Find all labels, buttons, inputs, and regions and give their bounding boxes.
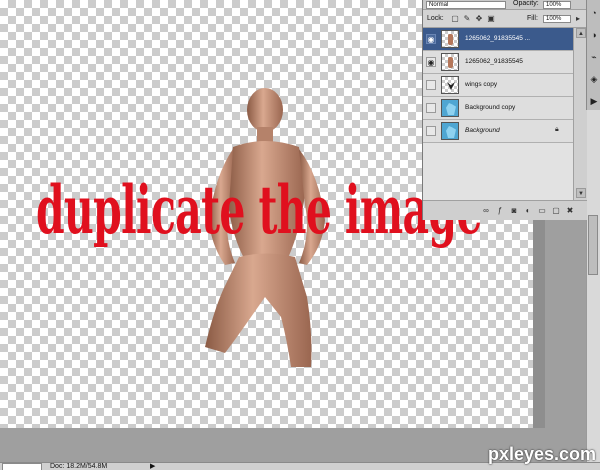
history-icon[interactable]: ◔: [589, 8, 599, 18]
layer-thumbnail: [441, 30, 459, 48]
blend-opacity-row: Normal Opacity: 100%: [423, 0, 587, 10]
layer-row[interactable]: ◉ wings copy: [423, 74, 573, 97]
visibility-eye-icon[interactable]: ◉: [426, 80, 436, 90]
layer-list: ◉ 1265062_91835545 ... ◉ 1265062_9183554…: [423, 28, 573, 200]
adjustment-icon[interactable]: ◐: [523, 206, 533, 216]
opacity-value: 100%: [546, 2, 562, 8]
layer-thumbnail: [441, 53, 459, 71]
layer-thumbnail: [441, 99, 459, 117]
lock-transparency-icon[interactable]: ▢: [451, 15, 459, 23]
watermark-text: pxleyes.com: [488, 444, 597, 464]
overlay-title-text: duplicate the image: [36, 171, 482, 249]
actions-icon[interactable]: ▶: [589, 96, 599, 106]
opacity-label: Opacity:: [513, 0, 539, 7]
layer-name: Background copy: [465, 104, 516, 111]
opacity-input[interactable]: 100%: [543, 1, 571, 9]
layers-toolbar: ∞ ƒ ◙ ◐ ▭ ▢ ✖: [423, 200, 587, 220]
layer-name: 1265062_91835545 ...: [465, 35, 531, 42]
visibility-eye-icon[interactable]: ◉: [426, 34, 436, 44]
scrollbar-thumb[interactable]: [588, 215, 598, 275]
layer-row[interactable]: ◉ Background 🔒︎: [423, 120, 573, 143]
trash-icon[interactable]: ✖: [565, 206, 575, 216]
lock-label: Lock:: [427, 15, 444, 22]
channels-icon[interactable]: ◈: [589, 74, 599, 84]
layer-name: 1265062_91835545: [465, 58, 523, 65]
visibility-eye-icon[interactable]: ◉: [426, 126, 436, 136]
panel-icon-strip: ◔ ◑ ⌁ ◈ ▶: [586, 0, 600, 110]
layer-row[interactable]: ◉ 1265062_91835545: [423, 51, 573, 74]
group-icon[interactable]: ▭: [537, 206, 547, 216]
lock-fill-row: Lock: ▢ ✎ ✥ ▣ Fill: 100% ▸: [423, 11, 587, 28]
layer-thumbnail: [441, 76, 459, 94]
lock-pixels-icon[interactable]: ✎: [463, 15, 471, 23]
layer-name: Background: [465, 127, 500, 134]
fill-arrow-icon[interactable]: ▸: [574, 15, 582, 23]
fx-icon[interactable]: ƒ: [495, 206, 505, 216]
layer-thumbnail: [441, 122, 459, 140]
zoom-input[interactable]: [2, 463, 42, 470]
lock-all-icon[interactable]: ▣: [487, 15, 495, 23]
swatches-icon[interactable]: ◑: [589, 30, 599, 40]
link-icon[interactable]: ∞: [481, 206, 491, 216]
layer-name: wings copy: [465, 81, 498, 88]
fill-value: 100%: [546, 16, 562, 22]
new-layer-icon[interactable]: ▢: [551, 206, 561, 216]
scroll-down-icon[interactable]: ▼: [576, 188, 586, 198]
lock-icon: 🔒︎: [555, 126, 559, 133]
lock-position-icon[interactable]: ✥: [475, 15, 483, 23]
visibility-eye-icon[interactable]: ◉: [426, 103, 436, 113]
layer-row[interactable]: ◉ 1265062_91835545 ...: [423, 28, 573, 51]
visibility-eye-icon[interactable]: ◉: [426, 57, 436, 67]
document-size-info: Doc: 18.2M/54.8M: [50, 463, 108, 470]
layer-row[interactable]: ◉ Background copy: [423, 97, 573, 120]
blend-mode-value: Normal: [429, 2, 449, 8]
mask-icon[interactable]: ◙: [509, 206, 519, 216]
fill-input[interactable]: 100%: [543, 15, 571, 23]
layers-scrollbar[interactable]: ▲ ▼: [573, 28, 587, 200]
status-menu-arrow-icon[interactable]: ▶: [150, 462, 155, 470]
fill-label: Fill:: [527, 15, 538, 22]
paths-icon[interactable]: ⌁: [589, 52, 599, 62]
blend-mode-select[interactable]: Normal: [426, 1, 506, 9]
layers-panel: Normal Opacity: 100% Lock: ▢ ✎ ✥ ▣ Fill:…: [422, 0, 587, 220]
scroll-up-icon[interactable]: ▲: [576, 28, 586, 38]
